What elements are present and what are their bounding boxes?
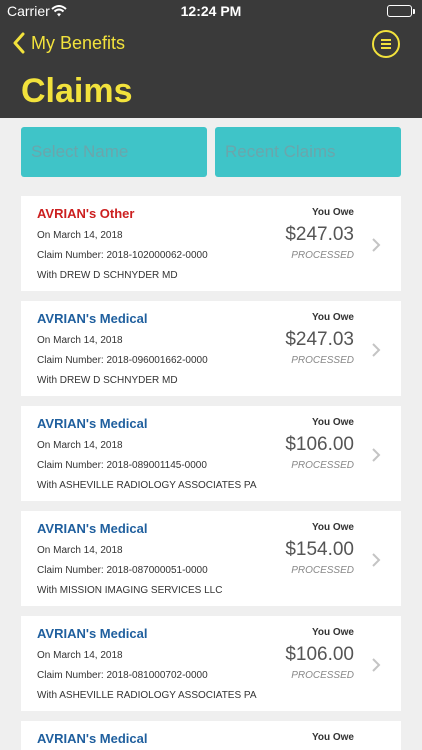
claim-amount: $154.00 — [285, 539, 354, 560]
menu-button[interactable] — [372, 30, 400, 58]
claim-type: AVRIAN's Medical — [37, 731, 148, 746]
claim-amount: $106.00 — [285, 434, 354, 455]
claim-date: On March 14, 2018 — [37, 650, 123, 661]
claim-provider: With ASHEVILLE RADIOLOGY ASSOCIATES PA — [37, 480, 257, 491]
claim-status: PROCESSED — [291, 670, 354, 681]
claim-card[interactable]: AVRIAN's Medical On March 14, 2018 Claim… — [21, 511, 401, 606]
select-name-label: Select Name — [31, 142, 129, 161]
you-owe-label: You Owe — [311, 207, 354, 218]
claim-number: Claim Number: 2018-089001145-0000 — [37, 460, 207, 471]
claim-status: PROCESSED — [291, 250, 354, 261]
you-owe-label: You Owe — [311, 627, 354, 638]
battery-icon — [387, 5, 415, 17]
you-owe-label: You Owe — [311, 417, 354, 428]
claim-amount: $106.00 — [285, 644, 354, 665]
claim-number: Claim Number: 2018-081000702-0000 — [37, 670, 208, 681]
claim-provider: With DREW D SCHNYDER MD — [37, 375, 178, 386]
claim-card[interactable]: AVRIAN's Other On March 14, 2018 Claim N… — [21, 196, 401, 291]
recent-claims-label: Recent Claims — [225, 142, 336, 161]
claim-date: On March 14, 2018 — [37, 440, 123, 451]
claim-provider: With DREW D SCHNYDER MD — [37, 270, 178, 281]
claim-card[interactable]: AVRIAN's Medical On March 14, 2018 Claim… — [21, 406, 401, 501]
chevron-right-icon — [372, 343, 381, 357]
select-name-button[interactable]: Select Name — [21, 127, 207, 177]
claim-amount: $247.03 — [285, 329, 354, 350]
claim-amount: $247.03 — [285, 224, 354, 245]
chevron-right-icon — [372, 553, 381, 567]
claim-type: AVRIAN's Medical — [37, 521, 148, 536]
claim-status: PROCESSED — [291, 355, 354, 366]
you-owe-label: You Owe — [311, 312, 354, 323]
claim-number: Claim Number: 2018-096001662-0000 — [37, 355, 208, 366]
page-title: Claims — [21, 72, 133, 110]
claim-status: PROCESSED — [291, 460, 354, 471]
claim-type: AVRIAN's Other — [37, 206, 135, 221]
claim-number: Claim Number: 2018-087000051-0000 — [37, 565, 208, 576]
back-label: My Benefits — [31, 32, 126, 53]
claim-card[interactable]: AVRIAN's Medical On March 14, 2018 Claim… — [21, 301, 401, 396]
claim-provider: With MISSION IMAGING SERVICES LLC — [37, 585, 223, 596]
recent-claims-button[interactable]: Recent Claims — [215, 127, 401, 177]
claim-provider: With ASHEVILLE RADIOLOGY ASSOCIATES PA — [37, 690, 257, 701]
chevron-left-icon — [13, 32, 25, 54]
claim-date: On March 14, 2018 — [37, 335, 123, 346]
claim-date: On March 14, 2018 — [37, 230, 123, 241]
claim-type: AVRIAN's Medical — [37, 626, 148, 641]
claim-number: Claim Number: 2018-102000062-0000 — [37, 250, 208, 261]
status-bar: Carrier 12:24 PM — [0, 0, 422, 22]
chevron-right-icon — [372, 658, 381, 672]
you-owe-label: You Owe — [311, 732, 354, 743]
navigation-bar: My Benefits Claims — [0, 22, 422, 118]
claim-type: AVRIAN's Medical — [37, 416, 148, 431]
claim-status: PROCESSED — [291, 565, 354, 576]
claim-card[interactable]: AVRIAN's Medical You Owe — [21, 721, 401, 750]
chevron-right-icon — [372, 448, 381, 462]
back-button[interactable]: My Benefits — [12, 32, 125, 54]
chevron-right-icon — [372, 238, 381, 252]
claim-card[interactable]: AVRIAN's Medical On March 14, 2018 Claim… — [21, 616, 401, 711]
claim-type: AVRIAN's Medical — [37, 311, 148, 326]
you-owe-label: You Owe — [311, 522, 354, 533]
clock-label: 12:24 PM — [180, 3, 242, 19]
claim-date: On March 14, 2018 — [37, 545, 123, 556]
